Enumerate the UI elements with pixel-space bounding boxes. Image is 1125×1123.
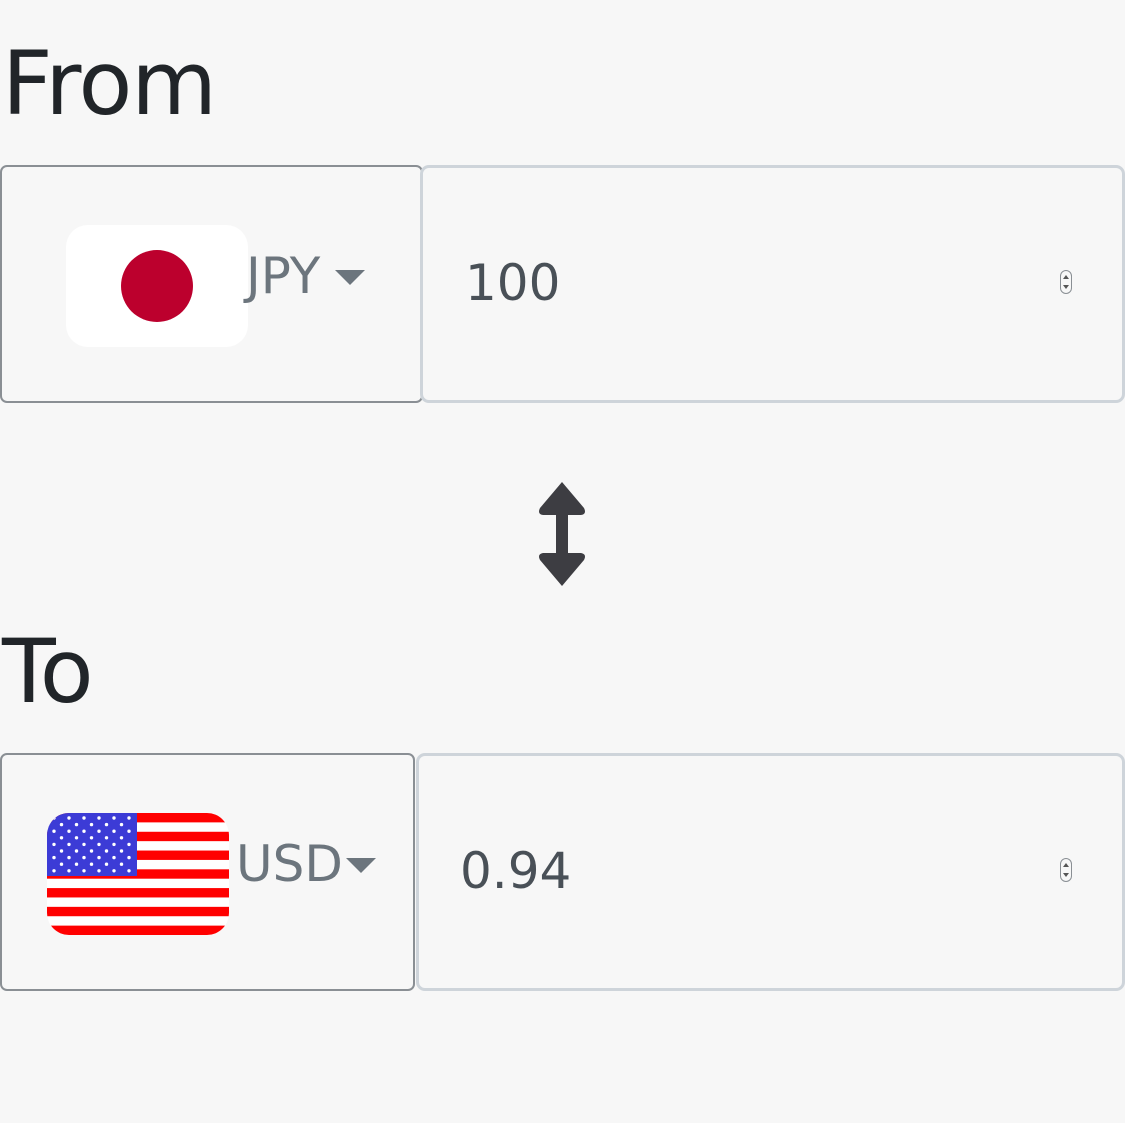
currency-converter: From JPY To: [0, 0, 1125, 1123]
to-amount-input[interactable]: [460, 836, 980, 906]
chevron-down-icon: [346, 858, 376, 873]
to-amount-field: [416, 753, 1125, 991]
from-label: From: [2, 32, 217, 135]
japan-flag-icon: [66, 225, 248, 347]
number-spinner-icon[interactable]: [1060, 858, 1072, 882]
from-currency-code: JPY: [246, 247, 321, 305]
number-spinner-icon[interactable]: [1060, 270, 1072, 294]
from-row: JPY: [0, 165, 1125, 405]
to-label: To: [2, 620, 94, 723]
chevron-down-icon: [335, 270, 365, 285]
from-currency-select[interactable]: JPY: [0, 165, 423, 403]
to-currency-select[interactable]: USD: [0, 753, 415, 991]
from-amount-input[interactable]: [465, 248, 985, 318]
to-row: USD: [0, 753, 1125, 993]
swap-button[interactable]: [532, 478, 592, 590]
usa-flag-icon: [47, 813, 229, 935]
to-currency-code: USD: [236, 835, 343, 893]
from-amount-field: [420, 165, 1125, 403]
swap-vertical-arrows-icon: [539, 482, 585, 586]
